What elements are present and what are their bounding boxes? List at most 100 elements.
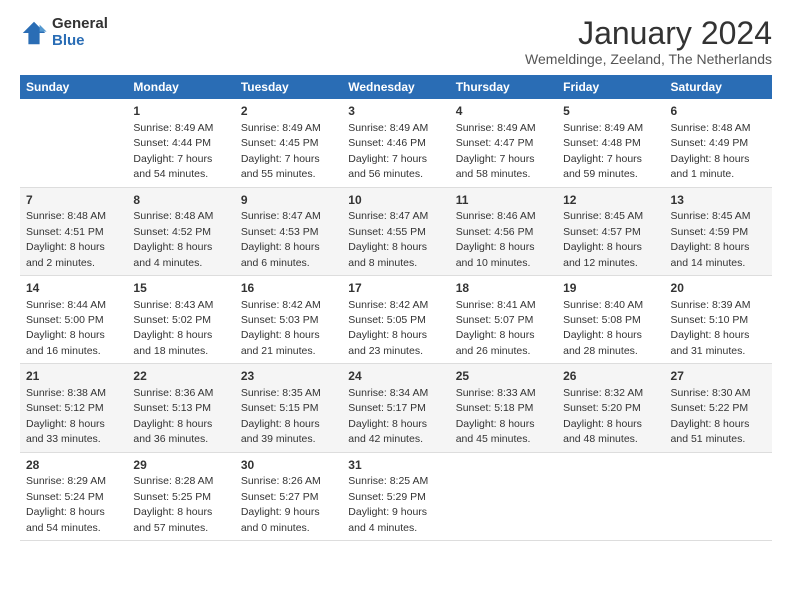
day-number: 3 [348, 103, 443, 120]
day-number: 28 [26, 457, 121, 474]
cell-w2-d6: 12Sunrise: 8:45 AMSunset: 4:57 PMDayligh… [557, 187, 664, 275]
sunset: Sunset: 5:24 PM [26, 491, 104, 503]
cell-w1-d7: 6Sunrise: 8:48 AMSunset: 4:49 PMDaylight… [665, 99, 772, 187]
sunrise: Sunrise: 8:34 AM [348, 387, 428, 399]
sunset: Sunset: 5:00 PM [26, 314, 104, 326]
day-number: 25 [456, 368, 551, 385]
cell-w1-d2: 1Sunrise: 8:49 AMSunset: 4:44 PMDaylight… [127, 99, 234, 187]
sunrise: Sunrise: 8:26 AM [241, 475, 321, 487]
day-number: 7 [26, 192, 121, 209]
sunrise: Sunrise: 8:47 AM [348, 210, 428, 222]
cell-w2-d7: 13Sunrise: 8:45 AMSunset: 4:59 PMDayligh… [665, 187, 772, 275]
cell-w2-d1: 7Sunrise: 8:48 AMSunset: 4:51 PMDaylight… [20, 187, 127, 275]
week-row-4: 21Sunrise: 8:38 AMSunset: 5:12 PMDayligh… [20, 364, 772, 452]
day-number: 19 [563, 280, 658, 297]
cell-w4-d4: 24Sunrise: 8:34 AMSunset: 5:17 PMDayligh… [342, 364, 449, 452]
sunset: Sunset: 5:05 PM [348, 314, 426, 326]
daylight: Daylight: 8 hours and 12 minutes. [563, 241, 642, 268]
day-number: 10 [348, 192, 443, 209]
sunset: Sunset: 4:45 PM [241, 137, 319, 149]
sunrise: Sunrise: 8:49 AM [563, 122, 643, 134]
cell-w5-d4: 31Sunrise: 8:25 AMSunset: 5:29 PMDayligh… [342, 452, 449, 540]
sunrise: Sunrise: 8:33 AM [456, 387, 536, 399]
logo-text: General Blue [52, 16, 108, 49]
sunset: Sunset: 4:44 PM [133, 137, 211, 149]
day-number: 23 [241, 368, 336, 385]
cell-w5-d5 [450, 452, 557, 540]
subtitle: Wemeldinge, Zeeland, The Netherlands [525, 51, 772, 67]
cell-w2-d2: 8Sunrise: 8:48 AMSunset: 4:52 PMDaylight… [127, 187, 234, 275]
cell-w5-d2: 29Sunrise: 8:28 AMSunset: 5:25 PMDayligh… [127, 452, 234, 540]
sunrise: Sunrise: 8:42 AM [241, 299, 321, 311]
daylight: Daylight: 8 hours and 36 minutes. [133, 418, 212, 445]
daylight: Daylight: 8 hours and 1 minute. [671, 153, 750, 180]
col-saturday: Saturday [665, 75, 772, 99]
sunset: Sunset: 4:56 PM [456, 226, 534, 238]
sunset: Sunset: 5:29 PM [348, 491, 426, 503]
sunrise: Sunrise: 8:49 AM [133, 122, 213, 134]
cell-w5-d7 [665, 452, 772, 540]
sunrise: Sunrise: 8:28 AM [133, 475, 213, 487]
sunrise: Sunrise: 8:49 AM [456, 122, 536, 134]
sunset: Sunset: 4:57 PM [563, 226, 641, 238]
cell-w2-d3: 9Sunrise: 8:47 AMSunset: 4:53 PMDaylight… [235, 187, 342, 275]
daylight: Daylight: 8 hours and 8 minutes. [348, 241, 427, 268]
sunset: Sunset: 5:15 PM [241, 402, 319, 414]
day-number: 21 [26, 368, 121, 385]
sunrise: Sunrise: 8:32 AM [563, 387, 643, 399]
day-number: 27 [671, 368, 766, 385]
calendar-table: Sunday Monday Tuesday Wednesday Thursday… [20, 75, 772, 541]
sunset: Sunset: 5:03 PM [241, 314, 319, 326]
daylight: Daylight: 9 hours and 0 minutes. [241, 506, 320, 533]
sunset: Sunset: 5:17 PM [348, 402, 426, 414]
sunset: Sunset: 5:07 PM [456, 314, 534, 326]
cell-w4-d6: 26Sunrise: 8:32 AMSunset: 5:20 PMDayligh… [557, 364, 664, 452]
col-tuesday: Tuesday [235, 75, 342, 99]
daylight: Daylight: 8 hours and 16 minutes. [26, 329, 105, 356]
daylight: Daylight: 8 hours and 4 minutes. [133, 241, 212, 268]
daylight: Daylight: 7 hours and 59 minutes. [563, 153, 642, 180]
day-number: 29 [133, 457, 228, 474]
sunset: Sunset: 4:46 PM [348, 137, 426, 149]
week-row-3: 14Sunrise: 8:44 AMSunset: 5:00 PMDayligh… [20, 275, 772, 363]
daylight: Daylight: 8 hours and 2 minutes. [26, 241, 105, 268]
daylight: Daylight: 8 hours and 10 minutes. [456, 241, 535, 268]
sunset: Sunset: 4:55 PM [348, 226, 426, 238]
daylight: Daylight: 8 hours and 51 minutes. [671, 418, 750, 445]
sunset: Sunset: 5:20 PM [563, 402, 641, 414]
day-number: 9 [241, 192, 336, 209]
daylight: Daylight: 8 hours and 39 minutes. [241, 418, 320, 445]
sunrise: Sunrise: 8:39 AM [671, 299, 751, 311]
logo-icon [20, 19, 48, 47]
sunset: Sunset: 5:18 PM [456, 402, 534, 414]
cell-w1-d6: 5Sunrise: 8:49 AMSunset: 4:48 PMDaylight… [557, 99, 664, 187]
day-number: 11 [456, 192, 551, 209]
day-number: 4 [456, 103, 551, 120]
daylight: Daylight: 8 hours and 28 minutes. [563, 329, 642, 356]
daylight: Daylight: 8 hours and 26 minutes. [456, 329, 535, 356]
sunrise: Sunrise: 8:38 AM [26, 387, 106, 399]
sunrise: Sunrise: 8:42 AM [348, 299, 428, 311]
daylight: Daylight: 8 hours and 45 minutes. [456, 418, 535, 445]
sunrise: Sunrise: 8:46 AM [456, 210, 536, 222]
cell-w1-d3: 2Sunrise: 8:49 AMSunset: 4:45 PMDaylight… [235, 99, 342, 187]
sunset: Sunset: 4:59 PM [671, 226, 749, 238]
sunrise: Sunrise: 8:41 AM [456, 299, 536, 311]
daylight: Daylight: 7 hours and 56 minutes. [348, 153, 427, 180]
logo: General Blue [20, 16, 108, 49]
sunset: Sunset: 4:49 PM [671, 137, 749, 149]
daylight: Daylight: 8 hours and 18 minutes. [133, 329, 212, 356]
sunrise: Sunrise: 8:48 AM [26, 210, 106, 222]
col-friday: Friday [557, 75, 664, 99]
col-monday: Monday [127, 75, 234, 99]
daylight: Daylight: 8 hours and 57 minutes. [133, 506, 212, 533]
week-row-1: 1Sunrise: 8:49 AMSunset: 4:44 PMDaylight… [20, 99, 772, 187]
cell-w3-d3: 16Sunrise: 8:42 AMSunset: 5:03 PMDayligh… [235, 275, 342, 363]
sunset: Sunset: 5:13 PM [133, 402, 211, 414]
sunset: Sunset: 4:48 PM [563, 137, 641, 149]
sunrise: Sunrise: 8:48 AM [671, 122, 751, 134]
cell-w5-d3: 30Sunrise: 8:26 AMSunset: 5:27 PMDayligh… [235, 452, 342, 540]
cell-w3-d7: 20Sunrise: 8:39 AMSunset: 5:10 PMDayligh… [665, 275, 772, 363]
cell-w3-d4: 17Sunrise: 8:42 AMSunset: 5:05 PMDayligh… [342, 275, 449, 363]
day-number: 20 [671, 280, 766, 297]
